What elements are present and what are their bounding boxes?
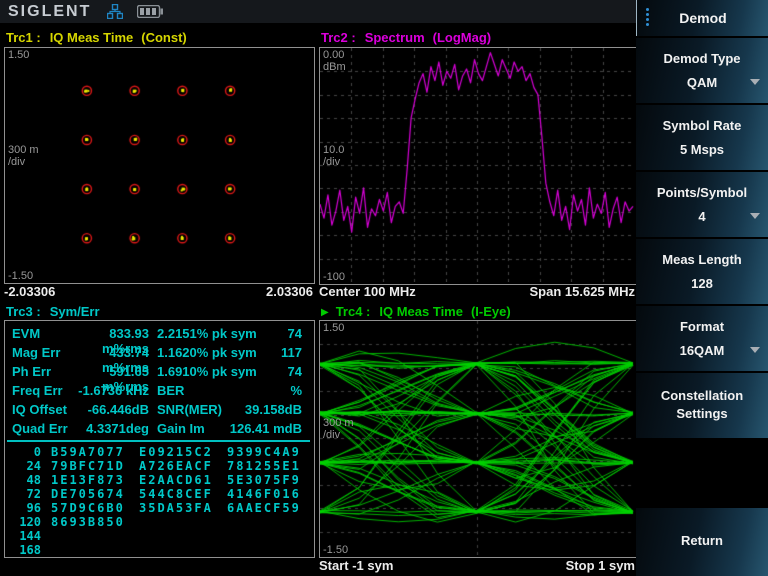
- trc1-name: IQ Meas Time: [50, 30, 134, 45]
- trc2-center-freq: Center 100 MHz: [319, 284, 416, 299]
- eye-diagram-panel: 1.50 300 m/div -1.50: [319, 320, 637, 558]
- trc3-name: Sym/Err: [50, 304, 100, 319]
- trc4-scale-top: 1.50: [323, 322, 344, 334]
- trc4-mode: (I-Eye): [471, 304, 511, 319]
- trc4-label: Trc4 :: [336, 304, 371, 319]
- trc1-axis-labels: -2.03306 2.03306: [4, 284, 313, 299]
- constellation-canvas: [5, 48, 312, 281]
- trc1-x-max: 2.03306: [266, 284, 313, 299]
- trc2-scale-top: 0.00dBm: [323, 49, 346, 73]
- softkey-points-per-symbol[interactable]: Points/Symbol 4: [636, 172, 768, 237]
- trc4-scale-bottom: -1.50: [323, 544, 348, 556]
- trc1-scale-bottom: -1.50: [8, 270, 33, 282]
- active-trace-arrow-icon: ▶: [321, 307, 329, 318]
- spectrum-canvas: [320, 48, 634, 282]
- symbol-row: 72DE705674 544C8CEF4146F016: [5, 487, 312, 501]
- trc2-title[interactable]: Trc2 : Spectrum (LogMag): [321, 30, 491, 46]
- chevron-down-icon: [750, 213, 760, 219]
- trc4-stop: Stop 1 sym: [566, 558, 635, 573]
- stat-row-freqerr: Freq Err-1.6736 kHz BER%: [5, 383, 312, 402]
- trc2-span: Span 15.625 MHz: [530, 284, 636, 299]
- symbol-row: 168: [5, 543, 312, 557]
- trc1-title[interactable]: Trc1 : IQ Meas Time (Const): [6, 30, 187, 46]
- trc3-label: Trc3 :: [6, 304, 41, 319]
- table-separator: [7, 440, 310, 442]
- trc4-scale-perdiv: 300 m/div: [323, 417, 354, 441]
- battery-icon: [137, 5, 163, 18]
- menu-header-demod[interactable]: Demod: [636, 0, 768, 36]
- symerr-panel: EVM833.93 m%rms 2.2151% pk sym74 Mag Err…: [4, 320, 315, 558]
- softkey-constellation-settings[interactable]: Constellation Settings: [636, 373, 768, 438]
- chevron-down-icon: [750, 79, 760, 85]
- menu-title: Demod: [637, 10, 768, 26]
- symbol-row: 481E13F873 E2AACD615E3075F9: [5, 473, 312, 487]
- trc2-axis-labels: Center 100 MHz Span 15.625 MHz: [319, 284, 635, 299]
- trc4-name: IQ Meas Time: [379, 304, 463, 319]
- trc1-scale-top: 1.50: [8, 49, 29, 61]
- chevron-down-icon: [750, 347, 760, 353]
- symbol-row: 2479BFC71D A726EACF781255E1: [5, 459, 312, 473]
- top-status-bar: SIGLENT: [0, 0, 636, 23]
- stat-row-quaderr: Quad Err4.3371deg Gain Im126.41 mdB: [5, 421, 312, 440]
- spectrum-panel: 0.00dBm 10.0/div -100: [319, 47, 637, 285]
- softkey-symbol-rate[interactable]: Symbol Rate 5 Msps: [636, 105, 768, 170]
- trc1-label: Trc1 :: [6, 30, 41, 45]
- trc1-scale-perdiv: 300 m/div: [8, 144, 39, 168]
- stat-row-iqoffset: IQ Offset-66.446dB SNR(MER)39.158dB: [5, 402, 312, 421]
- softkey-meas-length[interactable]: Meas Length 128: [636, 239, 768, 304]
- trc1-mode: (Const): [141, 30, 187, 45]
- softkey-format[interactable]: Format 16QAM: [636, 306, 768, 371]
- trc2-scale-bottom: -100: [323, 271, 345, 283]
- siglent-logo: SIGLENT: [8, 3, 91, 21]
- trc4-title[interactable]: ▶ Trc4 : IQ Meas Time (I-Eye): [321, 304, 511, 320]
- softkey-demod-type[interactable]: Demod Type QAM: [636, 38, 768, 103]
- trc3-title[interactable]: Trc3 : Sym/Err: [6, 304, 100, 320]
- constellation-panel: 1.50 300 m/div -1.50: [4, 47, 315, 284]
- trc2-label: Trc2 :: [321, 30, 356, 45]
- trc2-scale-perdiv: 10.0/div: [323, 144, 344, 168]
- return-button[interactable]: Return: [636, 508, 768, 576]
- stat-row-pherr: Ph Err591.65 m%rms 1.6910% pk sym74: [5, 364, 312, 383]
- trc4-axis-labels: Start -1 sym Stop 1 sym: [319, 558, 635, 573]
- trc2-name: Spectrum: [365, 30, 425, 45]
- stat-row-evm: EVM833.93 m%rms 2.2151% pk sym74: [5, 326, 312, 345]
- analyzer-screen: SIGLENT Trc1 : IQ Meas Time (Const) 1.50 3…: [0, 0, 768, 576]
- symbol-row: 0B59A7077 E09215C29399C4A9: [5, 445, 312, 459]
- symbol-row: 144: [5, 529, 312, 543]
- trc4-start: Start -1 sym: [319, 558, 393, 573]
- symbol-row: 1208693B850: [5, 515, 312, 529]
- trc1-x-min: -2.03306: [4, 284, 55, 299]
- eye-diagram-canvas: [320, 321, 634, 555]
- softkey-menu: Demod Demod Type QAM Symbol Rate 5 Msps …: [636, 0, 768, 576]
- symbol-row: 9657D9C6B0 35DA53FA6AAECF59: [5, 501, 312, 515]
- trc2-mode: (LogMag): [433, 30, 491, 45]
- stat-row-magerr: Mag Err433.74 m%rms 1.1620% pk sym117: [5, 345, 312, 364]
- lan-network-icon: [107, 4, 123, 19]
